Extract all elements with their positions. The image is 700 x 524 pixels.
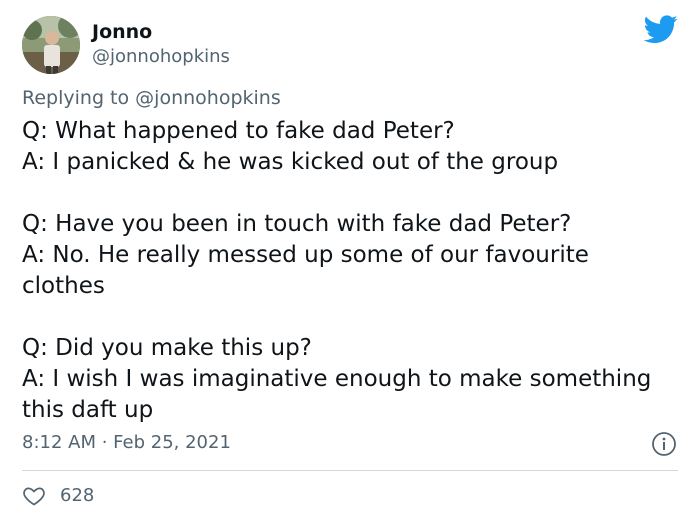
author-display-name[interactable]: Jonno [92, 20, 152, 44]
like-count: 628 [60, 485, 95, 506]
replying-to: Replying to @jonnohopkins [22, 86, 281, 110]
tweet-line: A: I wish I was imaginative enough to ma… [22, 366, 652, 423]
like-action[interactable]: 628 [22, 483, 94, 509]
tweet-text: Q: What happened to fake dad Peter? A: I… [22, 116, 662, 426]
tweet-card: Jonno @jonnohopkins Replying to @jonnoho… [0, 0, 700, 524]
tweet-line-gap [22, 302, 662, 333]
tweet-line: Q: Have you been in touch with fake dad … [22, 211, 572, 237]
replying-mention[interactable]: @jonnohopkins [135, 87, 281, 109]
tweet-line: Q: What happened to fake dad Peter? [22, 118, 455, 144]
tweet-line: A: I panicked & he was kicked out of the… [22, 149, 559, 175]
twitter-bird-icon[interactable] [643, 15, 678, 45]
heart-icon[interactable] [22, 484, 46, 508]
tweet-timestamp[interactable]: 8:12 AM · Feb 25, 2021 [22, 431, 231, 455]
replying-prefix: Replying to [22, 87, 130, 109]
avatar[interactable] [22, 16, 80, 74]
tweet-line-gap [22, 178, 662, 209]
tweet-line: Q: Did you make this up? [22, 335, 312, 361]
tweet-line: A: No. He really messed up some of our f… [22, 242, 589, 299]
divider [22, 470, 678, 471]
info-icon[interactable] [651, 431, 677, 457]
author-handle[interactable]: @jonnohopkins [92, 45, 230, 69]
